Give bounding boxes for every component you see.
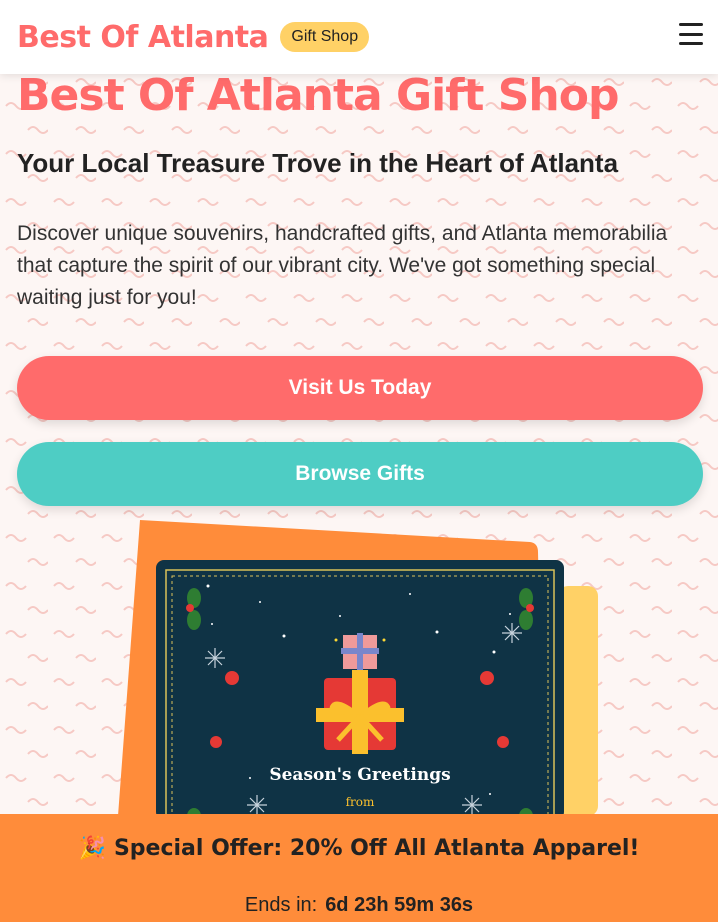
- card-from-text: from: [346, 795, 375, 809]
- browse-gifts-button[interactable]: Browse Gifts: [17, 442, 703, 506]
- page-subtitle: Your Local Treasure Trove in the Heart o…: [17, 148, 619, 178]
- gift-shop-badge: Gift Shop: [280, 22, 370, 52]
- party-popper-icon: 🎉: [78, 836, 106, 861]
- gift-box-icon: [316, 670, 404, 754]
- offer-headline: 🎉 Special Offer: 20% Off All Atlanta Appa…: [0, 836, 718, 861]
- page-title: Best Of Atlanta Gift Shop: [17, 70, 619, 121]
- site-header: Best Of Atlanta Gift Shop: [0, 0, 718, 74]
- ends-in-label: Ends in:: [244, 894, 318, 916]
- offer-countdown: Ends in: 6d 23h 59m 36s: [0, 894, 718, 917]
- season-greetings-text: Season's Greetings: [269, 765, 450, 785]
- hamburger-menu-icon[interactable]: [679, 23, 703, 45]
- visit-us-button[interactable]: Visit Us Today: [17, 356, 703, 420]
- hero-description: Discover unique souvenirs, handcrafted g…: [17, 222, 668, 309]
- brand-logo[interactable]: Best Of Atlanta: [17, 20, 269, 55]
- greeting-card-illustration: Season's Greetings from: [118, 520, 598, 816]
- offer-text: Special Offer: 20% Off All Atlanta Appar…: [113, 836, 640, 861]
- countdown-timer: 6d 23h 59m 36s: [325, 894, 474, 916]
- special-offer-banner: 🎉 Special Offer: 20% Off All Atlanta Appa…: [0, 814, 718, 922]
